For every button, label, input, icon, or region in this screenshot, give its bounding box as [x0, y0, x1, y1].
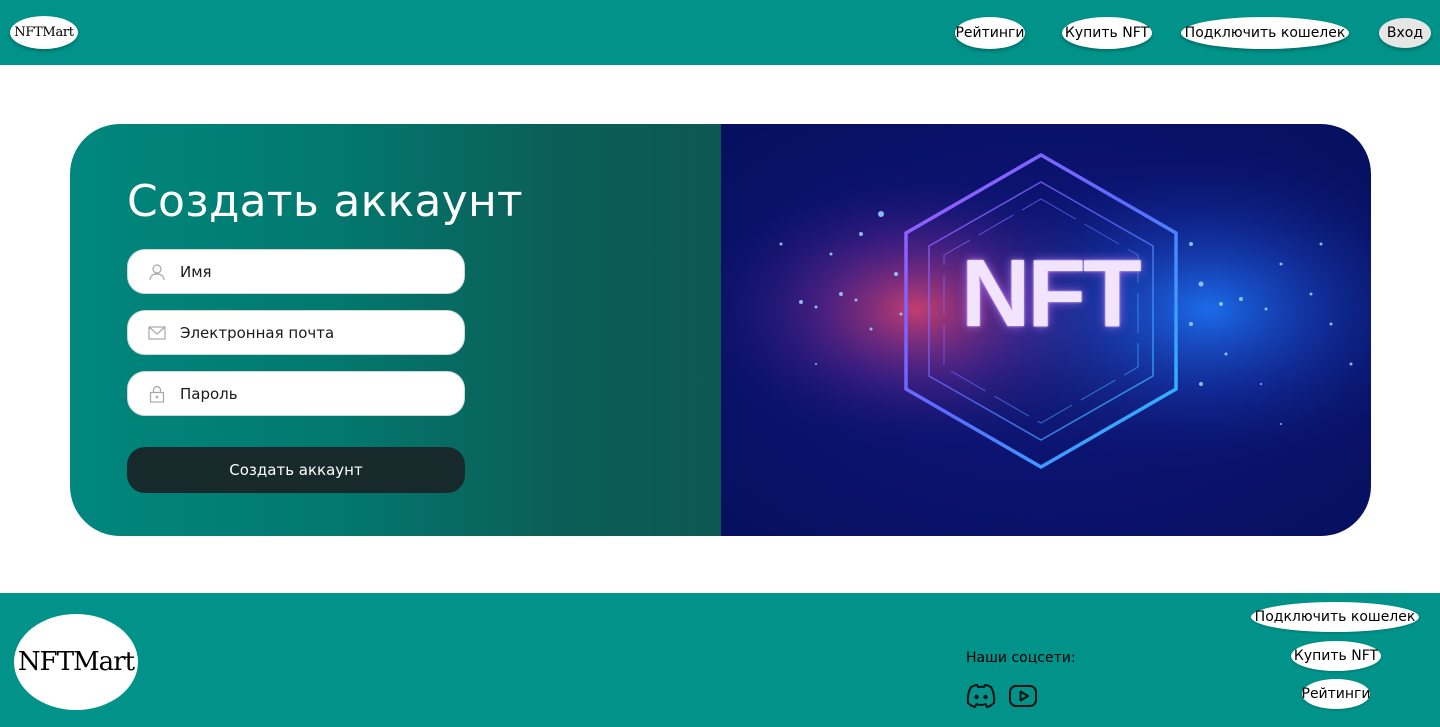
nav-ratings-button[interactable]: Рейтинги [955, 17, 1025, 49]
email-field-label: Электронная почта [180, 323, 335, 342]
name-field[interactable]: Имя [127, 249, 465, 294]
lock-icon [148, 385, 166, 403]
nav-connect-wallet-button[interactable]: Подключить кошелек [1181, 17, 1349, 49]
logo[interactable]: NFTMart [10, 16, 78, 49]
user-icon [148, 263, 166, 281]
mail-icon [148, 324, 166, 342]
footer-logo[interactable]: NFTMart [14, 614, 138, 710]
nav-buy-nft-button[interactable]: Купить NFT [1062, 17, 1152, 49]
hero-nft-text: NFT [961, 240, 1142, 347]
footer: NFTMart Наши соцсети: Подключить кошелек… [0, 593, 1440, 727]
youtube-icon[interactable] [1008, 683, 1040, 709]
password-field-label: Пароль [180, 384, 238, 403]
form-title: Создать аккаунт [127, 176, 523, 227]
social-label: Наши соцсети: [966, 650, 1076, 666]
signup-card: Создать аккаунт Имя Электронная почта Па… [70, 124, 1371, 536]
password-field[interactable]: Пароль [127, 371, 465, 416]
signup-form-panel: Создать аккаунт Имя Электронная почта Па… [70, 124, 721, 536]
create-account-button[interactable]: Создать аккаунт [127, 447, 465, 493]
name-field-label: Имя [180, 262, 212, 281]
nav-login-button[interactable]: Вход [1379, 18, 1431, 48]
email-field[interactable]: Электронная почта [127, 310, 465, 355]
footer-ratings-button[interactable]: Рейтинги [1302, 679, 1371, 709]
top-header: NFTMart Рейтинги Купить NFT Подключить к… [0, 0, 1440, 65]
discord-icon[interactable] [965, 683, 997, 709]
footer-connect-wallet-button[interactable]: Подключить кошелек [1251, 602, 1419, 632]
nft-hero-image: NFT [721, 124, 1371, 536]
footer-buy-nft-button[interactable]: Купить NFT [1291, 641, 1381, 671]
